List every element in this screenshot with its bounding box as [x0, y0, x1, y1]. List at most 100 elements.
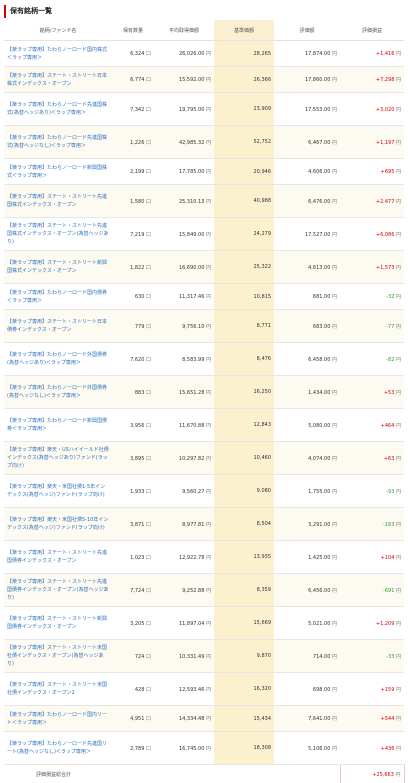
gain-amount: +7,298 — [376, 77, 395, 83]
qty-value: 1,226 — [130, 140, 144, 146]
fund-name-link[interactable]: 【楽ラップ専用】たわらノーロード新興国債券＜ラップ専用＞ — [4, 409, 112, 442]
gain-amount: +3,020 — [376, 107, 395, 113]
avg-price-value: 16,690.00 — [179, 265, 204, 271]
fund-name-link[interactable]: 【楽ラップ専用】たわらノーロード先進国株式(為替ヘッジなし)＜ラップ専用＞ — [4, 126, 112, 159]
qty-unit: 口 — [146, 716, 151, 722]
total-value-unit: 円 — [395, 772, 400, 778]
fund-name-link[interactable]: 【楽ラップ専用】たわらノーロード国内リート＜ラップ専用＞ — [4, 706, 112, 732]
value-cell: 6,467.00 円 — [274, 126, 340, 159]
fund-name-link[interactable]: 【楽ラップ専用】ステート・ストリート新興国株式インデックス・オープン — [4, 251, 112, 284]
price-cell: 12,843 — [214, 409, 274, 442]
gain-unit: 円 — [396, 357, 401, 363]
qty-value: 3,956 — [130, 423, 144, 429]
qty-cell: 7,219 口 — [112, 218, 154, 251]
col-header-avg-price[interactable]: 平均取得価額 — [154, 20, 214, 41]
qty-unit: 口 — [146, 555, 151, 561]
col-header-price[interactable]: 基準価額 — [214, 20, 274, 41]
table-header-row: 銘柄/ファンド名 保有数量 平均取得価額 基準価額 評価額 評価損益 — [4, 20, 404, 41]
fund-name-link[interactable]: 【楽ラップ専用】ステート・ストリート日本債券インデックス・オープン — [4, 310, 112, 343]
value-unit: 円 — [332, 294, 337, 300]
gain-unit: 円 — [396, 456, 401, 462]
col-header-gain[interactable]: 評価損益 — [340, 20, 404, 41]
table-row: 【楽ラップ専用】ステート・ストリート日本株式インデックス・オープン6,774 口… — [4, 67, 404, 93]
qty-unit: 口 — [146, 107, 151, 113]
fund-name-link[interactable]: 【楽ラップ専用】楽天・米国社債1-5年インデックス(為替ヘッジ)ファンド(ラップ… — [4, 475, 112, 508]
price-cell: 15,669 — [214, 607, 274, 640]
qty-value: 724 — [135, 654, 145, 660]
total-label: 評価損益総合計 — [4, 765, 340, 783]
gain-cell: +53 円 — [340, 376, 404, 409]
fund-name-link[interactable]: 【楽ラップ専用】たわらノーロード新興国株式＜ラップ専用＞ — [4, 159, 112, 185]
fund-name-link[interactable]: 【楽ラップ専用】楽天・米国社債5-10年インデックス(為替ヘッジ)ファンド(ラッ… — [4, 508, 112, 541]
table-row: 【楽ラップ専用】ステート・ストリート先進国債券インデックス・オープン(為替ヘッジ… — [4, 574, 404, 607]
holdings-table: 銘柄/ファンド名 保有数量 平均取得価額 基準価額 評価額 評価損益 【楽ラップ… — [4, 20, 405, 783]
value-unit: 円 — [332, 357, 337, 363]
avg-price-value: 8,977.81 — [182, 522, 204, 528]
avg-price-unit: 円 — [206, 357, 211, 363]
fund-name-link[interactable]: 【楽ラップ専用】たわらノーロード外国債券(為替ヘッジなし)＜ラップ専用＞ — [4, 376, 112, 409]
fund-name-link[interactable]: 【楽ラップ専用】たわらノーロード先進国リート(為替ヘッジなし)＜ラップ専用＞ — [4, 732, 112, 765]
value-cell: 683.00 円 — [274, 310, 340, 343]
qty-cell: 630 口 — [112, 284, 154, 310]
price-cell: 52,752 — [214, 126, 274, 159]
value-unit: 円 — [332, 140, 337, 146]
value-unit: 円 — [332, 324, 337, 330]
avg-price-unit: 円 — [206, 77, 211, 83]
gain-amount: +159 — [381, 687, 395, 693]
table-row: 【楽ラップ専用】ステート・ストリート先進国株式インデックス・オープン(為替ヘッジ… — [4, 218, 404, 251]
qty-value: 779 — [135, 324, 145, 330]
qty-value: 428 — [135, 687, 145, 693]
col-header-name[interactable]: 銘柄/ファンド名 — [4, 20, 112, 41]
gain-unit: 円 — [396, 522, 401, 528]
value-unit: 円 — [332, 489, 337, 495]
avg-price-value: 14,334.48 — [179, 716, 204, 722]
gain-unit: 円 — [396, 169, 401, 175]
value-unit: 円 — [332, 169, 337, 175]
price-cell: 26,366 — [214, 67, 274, 93]
fund-name-link[interactable]: 【楽ラップ専用】ステート・ストリート新興国債券インデックス・オープン — [4, 607, 112, 640]
gain-amount: -183 — [383, 522, 394, 528]
avg-price-unit: 円 — [206, 621, 211, 627]
table-row: 【楽ラップ専用】たわらノーロード先進国リート(為替ヘッジなし)＜ラップ専用＞2,… — [4, 732, 404, 765]
qty-unit: 口 — [146, 654, 151, 660]
fund-name-link[interactable]: 【楽ラップ専用】ステート・ストリート先進国債券インデックス・オープン(為替ヘッジ… — [4, 574, 112, 607]
fund-name-link[interactable]: 【楽ラップ専用】ステート・ストリート日本株式インデックス・オープン — [4, 67, 112, 93]
fund-name-link[interactable]: 【楽ラップ専用】たわらノーロード国内債券＜ラップ専用＞ — [4, 284, 112, 310]
fund-name-link[interactable]: 【楽ラップ専用】ステート・ストリート先進国株式インデックス・オープン(為替ヘッジ… — [4, 218, 112, 251]
fund-name-link[interactable]: 【楽ラップ専用】ステート・ストリート先進国債券インデックス・オープン — [4, 541, 112, 574]
value-amount: 4,613.00 — [308, 265, 330, 271]
price-cell: 8,476 — [214, 343, 274, 376]
col-header-qty[interactable]: 保有数量 — [112, 20, 154, 41]
value-amount: 17,553.00 — [305, 107, 330, 113]
price-cell: 8,359 — [214, 574, 274, 607]
fund-name-link[interactable]: 【楽ラップ専用】ステート・ストリート先進国株式インデックス・オープン — [4, 185, 112, 218]
qty-value: 7,620 — [130, 357, 144, 363]
avg-price-cell: 11,670.88 円 — [154, 409, 214, 442]
value-cell: 7,641.00 円 — [274, 706, 340, 732]
fund-name-link[interactable]: 【楽ラップ専用】楽天・USハイイールド社債インデックス(為替ヘッジあり)ファンド… — [4, 442, 112, 475]
fund-name-link[interactable]: 【楽ラップ専用】ステート・ストリート米国社債インデックス・オープン2 — [4, 673, 112, 706]
value-unit: 円 — [332, 51, 337, 57]
avg-price-cell: 19,795.00 円 — [154, 93, 214, 126]
avg-price-value: 10,331.49 — [179, 654, 204, 660]
table-row: 【楽ラップ専用】たわらノーロード新興国債券＜ラップ専用＞3,956 口11,67… — [4, 409, 404, 442]
qty-cell: 3,205 口 — [112, 607, 154, 640]
fund-name-link[interactable]: 【楽ラップ専用】ステート・ストリート米国社債インデックス・オープン(為替ヘッジあ… — [4, 640, 112, 673]
value-cell: 1,425.00 円 — [274, 541, 340, 574]
gain-cell: -33 円 — [340, 640, 404, 673]
gain-unit: 円 — [396, 621, 401, 627]
fund-name-link[interactable]: 【楽ラップ専用】たわらノーロード先進国株式(為替ヘッジあり)＜ラップ専用＞ — [4, 93, 112, 126]
qty-value: 7,219 — [130, 232, 144, 238]
fund-name-link[interactable]: 【楽ラップ専用】たわらノーロード外国債券(為替ヘッジあり)＜ラップ専用＞ — [4, 343, 112, 376]
qty-unit: 口 — [146, 294, 151, 300]
fund-name-link[interactable]: 【楽ラップ専用】たわらノーロード国内株式＜ラップ専用＞ — [4, 41, 112, 67]
value-unit: 円 — [332, 423, 337, 429]
avg-price-cell: 8,583.99 円 — [154, 343, 214, 376]
col-header-value[interactable]: 評価額 — [274, 20, 340, 41]
gain-amount: +436 — [381, 746, 395, 752]
value-amount: 6,458.00 — [308, 357, 330, 363]
value-amount: 7,641.00 — [308, 716, 330, 722]
avg-price-unit: 円 — [206, 232, 211, 238]
value-unit: 円 — [332, 232, 337, 238]
gain-amount: +544 — [381, 716, 395, 722]
